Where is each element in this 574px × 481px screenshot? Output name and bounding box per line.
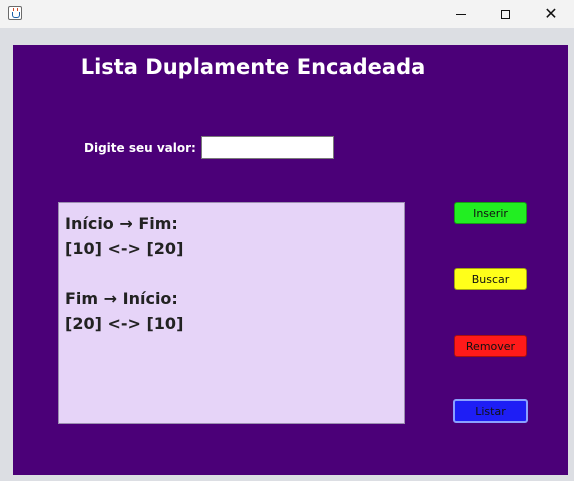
minimize-icon bbox=[456, 13, 466, 15]
page-title: Lista Duplamente Encadeada bbox=[80, 55, 426, 79]
maximize-button[interactable] bbox=[482, 0, 528, 28]
inserir-button[interactable]: Inserir bbox=[454, 202, 527, 224]
value-input[interactable] bbox=[201, 136, 334, 159]
main-panel: Lista Duplamente Encadeada Digite seu va… bbox=[13, 45, 568, 475]
list-output-area[interactable]: Início → Fim: [10] <-> [20] Fim → Início… bbox=[58, 202, 405, 424]
output-line: Início → Fim: bbox=[65, 214, 178, 233]
listar-button[interactable]: Listar bbox=[453, 399, 528, 423]
output-line: Fim → Início: bbox=[65, 289, 178, 308]
maximize-icon bbox=[500, 9, 510, 19]
output-line: [10] <-> [20] bbox=[65, 239, 184, 258]
java-app-icon bbox=[8, 6, 22, 20]
buscar-button[interactable]: Buscar bbox=[454, 268, 527, 290]
close-button[interactable]: ✕ bbox=[528, 0, 574, 28]
minimize-button[interactable] bbox=[438, 0, 484, 28]
title-bar: ✕ bbox=[0, 0, 574, 28]
remover-button[interactable]: Remover bbox=[454, 335, 527, 357]
output-line: [20] <-> [10] bbox=[65, 314, 184, 333]
value-label: Digite seu valor: bbox=[84, 141, 196, 155]
close-icon: ✕ bbox=[544, 4, 558, 23]
